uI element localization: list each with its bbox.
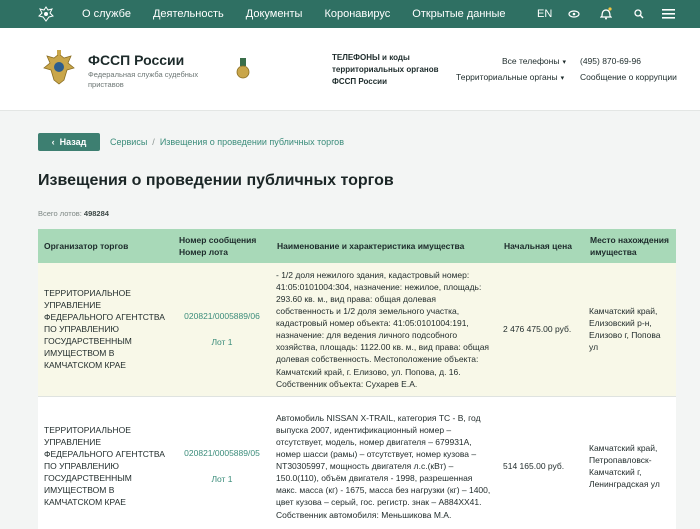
table-row[interactable]: Территориальное управление Федерального … [38,395,676,529]
table-row[interactable]: Территориальное управление Федерального … [38,263,676,396]
cell-description: Автомобиль NISSAN X-TRAIL, категория ТС … [271,395,498,529]
territorial-label: Территориальные органы [456,72,558,82]
breadcrumb-services[interactable]: Сервисы [110,137,147,147]
cell-description: - 1/2 доля нежилого здания, кадастровый … [271,263,498,396]
fssp-logo[interactable] [40,48,78,88]
cell-price: 2 476 475.00 руб. [498,263,584,396]
hamburger-menu-icon[interactable] [660,6,676,22]
back-label: Назад [59,137,87,147]
col-organizer: Организатор торгов [38,229,173,263]
col-price: Начальная цена [498,229,584,263]
col-location: Место нахождения имущества [584,229,676,263]
emblem-icon[interactable] [37,5,55,23]
cell-price: 514 165.00 руб. [498,395,584,529]
col-message-number: Номер сообщения Номер лота [173,229,271,263]
auctions-table: Организатор торгов Номер сообщения Номер… [38,229,676,529]
total-value: 498284 [83,209,109,218]
lot-link[interactable]: Лот 1 [178,473,266,485]
message-number-link[interactable]: 020821/0005889/05 [184,448,260,458]
cell-organizer: Территориальное управление Федерального … [38,263,173,396]
back-button[interactable]: ‹ Назад [38,133,100,151]
total-lots: Всего лотов: 498284 [38,209,109,218]
accessibility-eye-icon[interactable] [566,6,582,22]
table-header-row: Организатор торгов Номер сообщения Номер… [38,229,676,263]
all-phones-label: Все телефоны [502,56,560,66]
breadcrumb-current[interactable]: Извещения о проведении публичных торгов [160,137,344,147]
search-icon[interactable] [631,6,647,22]
phone-number[interactable]: (495) 870-69-96 [580,56,641,66]
top-nav: О службе Деятельность Документы Коронави… [0,0,700,28]
breadcrumb: Сервисы / Извещения о проведении публичных… [110,137,344,147]
medal-icon [236,58,250,79]
cell-location: Камчатский край, Елизовский р-н, Елизово… [584,263,676,396]
cell-location: Камчатский край, Петропавловск-Камчатски… [584,395,676,529]
all-phones-dropdown[interactable]: Все телефоны ▾ [502,56,566,66]
caret-down-icon: ▾ [560,75,565,82]
cell-message-number: 020821/0005889/06 Лот 1 [173,263,271,396]
language-switch[interactable]: EN [537,8,552,20]
total-label: Всего лотов: [38,209,82,218]
territorial-dropdown[interactable]: Территориальные органы ▾ [456,72,564,82]
col-description: Наименование и характеристика имущества [271,229,498,263]
nav-item-coronavirus[interactable]: Коронавирус [324,8,390,20]
nav-item-documents[interactable]: Документы [246,8,303,20]
org-name[interactable]: ФССП России [88,52,184,68]
nav-item-open-data[interactable]: Открытые данные [412,8,505,20]
org-subtitle: Федеральная служба судебных приставов [88,70,199,89]
breadcrumb-separator: / [152,137,155,147]
caret-down-icon: ▾ [562,59,566,66]
chevron-left-icon: ‹ [51,137,55,147]
main-menu: О службе Деятельность Документы Коронави… [82,0,528,28]
nav-item-activity[interactable]: Деятельность [153,8,224,20]
nav-item-about[interactable]: О службе [82,8,131,20]
bell-icon[interactable] [598,6,614,22]
message-number-link[interactable]: 020821/0005889/06 [184,311,260,321]
lot-link[interactable]: Лот 1 [178,336,266,348]
site-header: ФССП России Федеральная служба судебных … [0,28,700,111]
phones-title[interactable]: ТЕЛЕФОНЫ и коды территориальных органов … [332,52,442,88]
cell-message-number: 020821/0005889/05 Лот 1 [173,395,271,529]
cell-organizer: Территориальное управление Федерального … [38,395,173,529]
page-title: Извещения о проведении публичных торгов [38,172,394,189]
corruption-report-link[interactable]: Сообщение о коррупции [580,72,677,82]
